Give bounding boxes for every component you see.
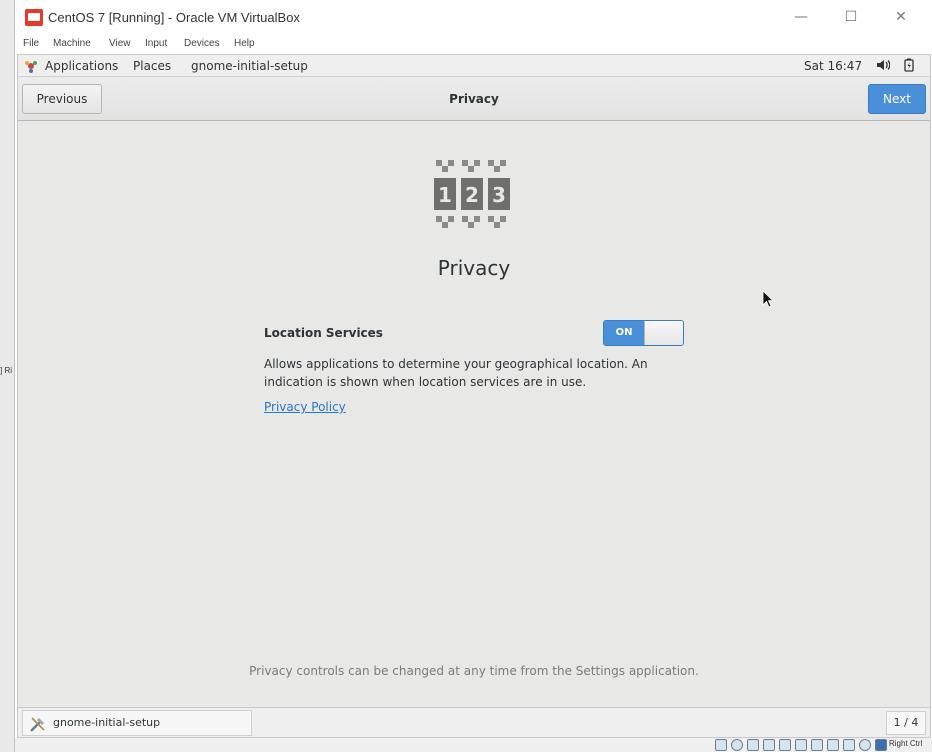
location-services-description: Allows applications to determine your ge… xyxy=(264,357,648,389)
guest-display[interactable]: Applications Places gnome-initial-setup … xyxy=(17,54,931,738)
window-title: CentOS 7 [Running] - Oracle VM VirtualBo… xyxy=(48,10,300,25)
taskbar-item-label: gnome-initial-setup xyxy=(53,716,161,729)
shared-folders-icon[interactable] xyxy=(795,739,807,751)
gnome-top-bar: Applications Places gnome-initial-setup … xyxy=(18,55,930,77)
virtualbox-app-icon xyxy=(25,9,43,26)
network-icon[interactable] xyxy=(763,739,775,751)
menu-machine[interactable]: Machine xyxy=(53,38,91,49)
workspace-indicator[interactable]: 1 / 4 xyxy=(886,711,926,735)
screen: ] Ri CentOS 7 [Running] - Oracle VM Virt… xyxy=(0,0,932,752)
menu-help[interactable]: Help xyxy=(234,38,255,49)
location-services-label: Location Services xyxy=(264,326,383,340)
active-app-menu[interactable]: gnome-initial-setup xyxy=(191,59,308,73)
menu-input[interactable]: Input xyxy=(145,38,167,49)
header-title: Privacy xyxy=(449,92,499,106)
window-list-bar: gnome-initial-setup 1 / 4 xyxy=(18,707,930,737)
maximize-button[interactable]: ☐ xyxy=(831,6,871,28)
applications-menu[interactable]: Applications xyxy=(45,59,118,73)
svg-text:3: 3 xyxy=(492,183,506,207)
cpu-icon[interactable] xyxy=(843,739,855,751)
minimize-button[interactable]: — xyxy=(781,6,821,28)
mouse-pointer-icon xyxy=(762,290,774,308)
privacy-page: 1 2 3 Privacy Location Services ON Allow… xyxy=(18,122,930,707)
close-button[interactable]: ✕ xyxy=(881,6,921,28)
window-titlebar[interactable]: CentOS 7 [Running] - Oracle VM VirtualBo… xyxy=(15,0,932,36)
clock[interactable]: Sat 16:47 xyxy=(804,59,862,73)
virtualbox-window: CentOS 7 [Running] - Oracle VM VirtualBo… xyxy=(14,0,932,752)
mouse-integration-icon[interactable] xyxy=(859,739,871,751)
display-icon[interactable] xyxy=(811,739,823,751)
previous-button[interactable]: Previous xyxy=(22,84,102,114)
privacy-123-icon: 1 2 3 xyxy=(434,160,510,228)
menu-devices[interactable]: Devices xyxy=(184,38,220,49)
menu-view[interactable]: View xyxy=(109,38,131,49)
setup-tools-icon xyxy=(30,717,45,732)
video-capture-icon[interactable] xyxy=(827,739,839,751)
footer-note: Privacy controls can be changed at any t… xyxy=(249,664,699,678)
location-services-switch[interactable]: ON xyxy=(603,320,684,346)
battery-icon[interactable] xyxy=(902,58,916,72)
host-key-label: Right Ctrl xyxy=(889,739,923,748)
next-button[interactable]: Next xyxy=(868,84,926,114)
keyboard-capture-icon[interactable] xyxy=(875,739,887,751)
virtualbox-status-bar: Right Ctrl xyxy=(15,738,932,752)
switch-on-label: ON xyxy=(604,321,644,345)
svg-text:1: 1 xyxy=(438,183,452,207)
optical-drive-icon[interactable] xyxy=(731,739,743,751)
header-bar: Privacy Previous Next xyxy=(18,77,930,121)
applications-icon xyxy=(25,61,37,73)
page-heading: Privacy xyxy=(437,256,511,280)
menu-file[interactable]: File xyxy=(23,38,39,49)
switch-knob[interactable] xyxy=(644,321,683,345)
hard-disk-icon[interactable] xyxy=(715,739,727,751)
places-menu[interactable]: Places xyxy=(133,59,171,73)
volume-icon[interactable] xyxy=(876,58,890,72)
usb-icon[interactable] xyxy=(779,739,791,751)
menu-bar: File Machine View Input Devices Help xyxy=(15,36,932,54)
taskbar-item-gnome-initial-setup[interactable]: gnome-initial-setup xyxy=(22,710,252,736)
audio-icon[interactable] xyxy=(747,739,759,751)
privacy-policy-link[interactable]: Privacy Policy xyxy=(264,400,346,414)
svg-text:2: 2 xyxy=(465,183,479,207)
